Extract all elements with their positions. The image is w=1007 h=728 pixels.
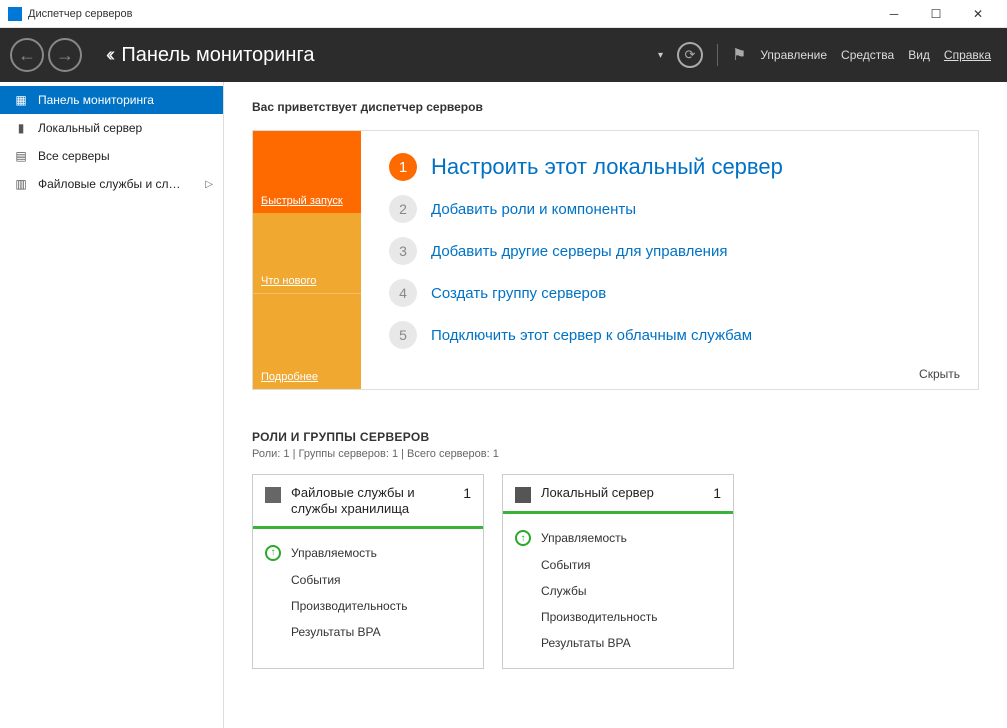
quickstart-tabs: Быстрый запуск Что нового Подробнее xyxy=(253,131,361,389)
roles-section: РОЛИ И ГРУППЫ СЕРВЕРОВ Роли: 1 | Группы … xyxy=(252,430,979,669)
tile-row-label: Управляемость xyxy=(291,546,377,560)
step-add-servers[interactable]: 3 Добавить другие серверы для управления xyxy=(389,237,956,265)
tile-count: 1 xyxy=(713,485,721,501)
divider xyxy=(717,44,718,66)
tile-title: Файловые службы и службы хранилища xyxy=(291,485,453,518)
tab-label: Подробнее xyxy=(261,371,318,383)
tile-row-bpa[interactable]: Результаты BPA xyxy=(515,630,721,656)
sidebar-item-label: Локальный сервер xyxy=(38,121,142,135)
menu-tools[interactable]: Средства xyxy=(841,48,894,62)
step-label: Добавить другие серверы для управления xyxy=(431,243,727,260)
step-configure-local[interactable]: 1 Настроить этот локальный сервер xyxy=(389,153,956,181)
menu-manage[interactable]: Управление xyxy=(760,48,827,62)
sidebar: ▦ Панель мониторинга ▮ Локальный сервер … xyxy=(0,82,224,728)
server-icon: ▮ xyxy=(14,122,28,134)
welcome-heading: Вас приветствует диспетчер серверов xyxy=(252,100,979,114)
page-title: Панель мониторинга xyxy=(121,44,314,67)
dashboard-icon: ▦ xyxy=(14,94,28,106)
close-button[interactable]: ✕ xyxy=(957,0,999,28)
tile-count: 1 xyxy=(463,485,471,501)
tile-row-label: Результаты BPA xyxy=(541,636,631,650)
step-number: 2 xyxy=(389,195,417,223)
status-ok-icon: ↑ xyxy=(265,545,281,561)
sidebar-item-file-services[interactable]: ▥ Файловые службы и сл… ▷ xyxy=(0,170,223,198)
quickstart-panel: Быстрый запуск Что нового Подробнее 1 На… xyxy=(252,130,979,390)
tile-row-label: События xyxy=(541,558,591,572)
step-label: Настроить этот локальный сервер xyxy=(431,154,783,180)
breadcrumb-dropdown[interactable]: ▾ xyxy=(658,50,663,61)
minimize-button[interactable]: ─ xyxy=(873,0,915,28)
tile-row-events[interactable]: События xyxy=(265,567,471,593)
hide-link[interactable]: Скрыть xyxy=(919,367,960,381)
main-content: Вас приветствует диспетчер серверов Быст… xyxy=(224,82,1007,728)
window-title: Диспетчер серверов xyxy=(28,8,873,20)
tile-header: Файловые службы и службы хранилища 1 xyxy=(253,475,483,529)
step-connect-cloud[interactable]: 5 Подключить этот сервер к облачным служ… xyxy=(389,321,956,349)
step-add-roles[interactable]: 2 Добавить роли и компоненты xyxy=(389,195,956,223)
tile-file-services[interactable]: Файловые службы и службы хранилища 1 ↑ У… xyxy=(252,474,484,669)
step-number: 3 xyxy=(389,237,417,265)
sidebar-item-label: Все серверы xyxy=(38,149,110,163)
chevron-left-icon: ‹‹ xyxy=(106,44,111,67)
refresh-button[interactable]: ⟳ xyxy=(677,42,703,68)
step-number: 5 xyxy=(389,321,417,349)
step-number: 1 xyxy=(389,153,417,181)
tile-row-label: Производительность xyxy=(541,610,657,624)
tile-row-label: Службы xyxy=(541,584,586,598)
tile-title: Локальный сервер xyxy=(541,485,703,501)
tile-row-manageability[interactable]: ↑ Управляемость xyxy=(265,539,471,567)
sidebar-item-local-server[interactable]: ▮ Локальный сервер xyxy=(0,114,223,142)
tile-row-label: Производительность xyxy=(291,599,407,613)
tile-row-events[interactable]: События xyxy=(515,552,721,578)
file-services-icon: ▥ xyxy=(14,178,28,190)
servers-icon: ▤ xyxy=(14,150,28,162)
tab-whats-new[interactable]: Что нового xyxy=(253,213,361,293)
tab-learn-more[interactable]: Подробнее xyxy=(253,293,361,389)
tile-row-performance[interactable]: Производительность xyxy=(265,593,471,619)
notifications-flag-icon[interactable]: ⚑ xyxy=(732,45,746,65)
step-number: 4 xyxy=(389,279,417,307)
header-toolbar: ← → ‹‹ Панель мониторинга ▾ ⟳ ⚑ Управлен… xyxy=(0,28,1007,82)
tile-row-services[interactable]: Службы xyxy=(515,578,721,604)
tile-row-label: Результаты BPA xyxy=(291,625,381,639)
tile-row-label: Управляемость xyxy=(541,531,627,545)
sidebar-item-label: Файловые службы и сл… xyxy=(38,177,181,191)
status-ok-icon: ↑ xyxy=(515,530,531,546)
tile-header: Локальный сервер 1 xyxy=(503,475,733,514)
server-icon xyxy=(515,487,531,503)
tile-local-server[interactable]: Локальный сервер 1 ↑ Управляемость Событ… xyxy=(502,474,734,669)
step-label: Создать группу серверов xyxy=(431,285,606,302)
roles-heading: РОЛИ И ГРУППЫ СЕРВЕРОВ xyxy=(252,430,979,444)
menu-help[interactable]: Справка xyxy=(944,48,991,62)
chevron-right-icon: ▷ xyxy=(205,179,213,190)
nav-forward-button[interactable]: → xyxy=(48,38,82,72)
app-icon xyxy=(8,7,22,21)
tile-row-bpa[interactable]: Результаты BPA xyxy=(265,619,471,645)
quickstart-body: 1 Настроить этот локальный сервер 2 Доба… xyxy=(361,131,978,389)
tile-row-label: События xyxy=(291,573,341,587)
step-label: Добавить роли и компоненты xyxy=(431,201,636,218)
file-storage-icon xyxy=(265,487,281,503)
sidebar-item-label: Панель мониторинга xyxy=(38,93,154,107)
tab-label: Быстрый запуск xyxy=(261,195,343,207)
sidebar-item-all-servers[interactable]: ▤ Все серверы xyxy=(0,142,223,170)
tile-row-performance[interactable]: Производительность xyxy=(515,604,721,630)
maximize-button[interactable]: ☐ xyxy=(915,0,957,28)
roles-subheading: Роли: 1 | Группы серверов: 1 | Всего сер… xyxy=(252,448,979,460)
step-create-group[interactable]: 4 Создать группу серверов xyxy=(389,279,956,307)
tab-quick-start[interactable]: Быстрый запуск xyxy=(253,131,361,213)
breadcrumb[interactable]: ‹‹ Панель мониторинга xyxy=(106,44,314,67)
titlebar: Диспетчер серверов ─ ☐ ✕ xyxy=(0,0,1007,28)
menu-view[interactable]: Вид xyxy=(908,48,930,62)
tab-label: Что нового xyxy=(261,275,316,287)
nav-back-button[interactable]: ← xyxy=(10,38,44,72)
step-label: Подключить этот сервер к облачным служба… xyxy=(431,327,752,344)
tile-row-manageability[interactable]: ↑ Управляемость xyxy=(515,524,721,552)
sidebar-item-dashboard[interactable]: ▦ Панель мониторинга xyxy=(0,86,223,114)
